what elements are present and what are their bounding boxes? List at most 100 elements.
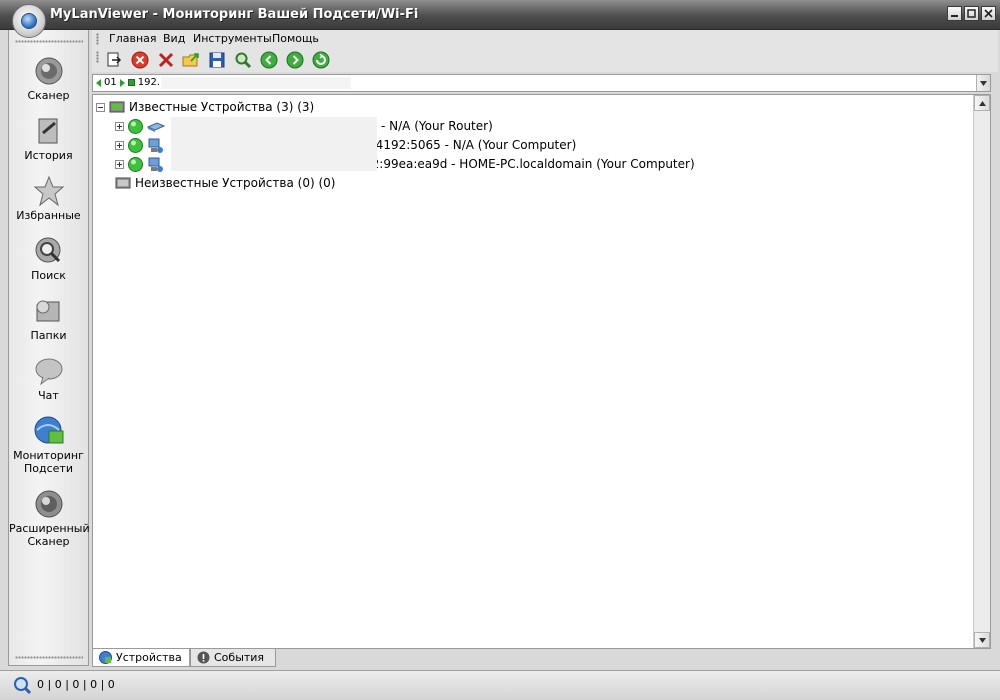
- close-button[interactable]: [981, 6, 996, 21]
- arrow-right-icon: [119, 78, 125, 87]
- sidebar-item-label: Избранные: [16, 209, 81, 222]
- router-icon: [147, 122, 165, 132]
- sidebar-grip-top: [15, 40, 83, 43]
- expand-toggle[interactable]: [115, 140, 124, 150]
- scanner-icon: [35, 57, 62, 85]
- arrow-down-icon: [978, 637, 986, 643]
- forward-button[interactable]: [286, 51, 304, 69]
- sidebar-item-label: Сканер: [27, 89, 70, 102]
- title-bar: MyLanViewer - Мониторинг Вашей Подсети/W…: [0, 0, 1000, 30]
- window-controls: [947, 6, 996, 21]
- address-prefix: 01: [104, 77, 117, 88]
- advanced-scanner-icon: [35, 490, 62, 518]
- device-text: 0:4192:5065 - N/A (Your Computer): [364, 138, 577, 152]
- toolbar: [92, 48, 998, 72]
- tab-devices[interactable]: Устройства: [92, 649, 190, 667]
- refresh-icon: [312, 51, 330, 69]
- menu-bar: Главная Вид Инструменты Помощь: [92, 30, 998, 48]
- maximize-icon: [967, 9, 976, 18]
- tab-events[interactable]: События: [190, 649, 276, 667]
- toolbar-grip: [96, 51, 99, 63]
- menu-tools[interactable]: Инструменты: [193, 32, 272, 45]
- sidebar-item-subnet-monitoring[interactable]: Мониторинг Подсети: [9, 415, 88, 475]
- find-button[interactable]: [234, 51, 252, 69]
- sidebar-item-scanner[interactable]: Сканер: [9, 55, 88, 102]
- sidebar: Сканер История Избранные Поиск Папки Чат: [8, 30, 90, 666]
- status-search-icon: [14, 677, 31, 694]
- scroll-down-button[interactable]: [974, 632, 990, 648]
- chevron-down-icon: [980, 80, 987, 86]
- collapse-toggle[interactable]: [96, 102, 105, 112]
- find-icon: [235, 52, 252, 69]
- tab-label: Устройства: [116, 651, 182, 664]
- maximize-button[interactable]: [964, 6, 979, 21]
- sidebar-item-label: Папки: [30, 329, 67, 342]
- device-text: - N/A (Your Router): [381, 119, 493, 133]
- minus-icon: [98, 106, 103, 108]
- minimize-button[interactable]: [947, 6, 962, 21]
- delete-icon: [158, 52, 174, 68]
- address-value: 192.: [137, 77, 160, 88]
- sidebar-item-label: Чат: [38, 389, 59, 402]
- delete-button[interactable]: [157, 51, 175, 69]
- subnet-monitoring-icon: [34, 416, 63, 444]
- address-dropdown-button[interactable]: [976, 75, 990, 91]
- plus-icon: [117, 123, 122, 129]
- app-logo-icon: [21, 13, 37, 29]
- unknown-devices-label: Неизвестные Устройства (0) (0): [135, 176, 336, 190]
- sidebar-item-label: Мониторинг: [13, 449, 84, 462]
- sidebar-item-search[interactable]: Поиск: [9, 235, 88, 282]
- sidebar-item-label: Расширенный: [9, 522, 90, 535]
- open-folder-icon: [182, 53, 199, 67]
- redacted-address: [161, 77, 351, 89]
- sidebar-item-label: Поиск: [31, 269, 66, 282]
- search-icon: [35, 237, 60, 263]
- chat-icon: [35, 358, 62, 386]
- save-button[interactable]: [208, 51, 226, 69]
- sidebar-item-history[interactable]: История: [9, 115, 88, 162]
- sidebar-grip-bottom: [15, 656, 83, 659]
- menu-help[interactable]: Помощь: [272, 32, 319, 45]
- arrow-left-icon: [96, 78, 101, 87]
- menu-view[interactable]: Вид: [163, 32, 185, 45]
- export-button[interactable]: [105, 51, 123, 69]
- tree-scrollbar[interactable]: [973, 95, 990, 648]
- menu-main[interactable]: Главная: [109, 32, 157, 45]
- folders-icon: [36, 300, 59, 322]
- save-icon: [209, 52, 225, 68]
- sidebar-item-advanced-scanner[interactable]: Расширенный Сканер: [9, 488, 90, 548]
- stop-icon: [131, 51, 149, 69]
- tree-node-known-devices[interactable]: Известные Устройства (3) (3): [96, 98, 314, 116]
- arrow-up-icon: [978, 100, 986, 106]
- computer-icon: [148, 157, 163, 172]
- scroll-up-button[interactable]: [974, 95, 990, 111]
- address-bar[interactable]: 01 192.: [92, 74, 991, 92]
- redacted-addresses: [171, 117, 377, 171]
- stop-button[interactable]: [131, 51, 149, 69]
- sidebar-item-label: История: [24, 149, 73, 162]
- sidebar-item-folders[interactable]: Папки: [9, 295, 88, 342]
- devices-tab-icon: [99, 651, 112, 664]
- network-group-icon: [109, 101, 125, 113]
- tab-label: События: [214, 651, 265, 664]
- back-button[interactable]: [260, 51, 278, 69]
- device-text: 52:99ea:ea9d - HOME-PC.localdomain (Your…: [364, 157, 695, 171]
- app-menu-orb[interactable]: [12, 4, 46, 38]
- sidebar-item-label-line2: Подсети: [24, 462, 73, 475]
- address-content: 01 192.: [96, 77, 160, 88]
- sidebar-item-favorites[interactable]: Избранные: [9, 175, 88, 222]
- online-status-icon: [128, 137, 143, 153]
- open-button[interactable]: [182, 51, 200, 69]
- sidebar-item-chat[interactable]: Чат: [9, 355, 88, 402]
- plus-icon: [117, 161, 122, 167]
- expand-toggle[interactable]: [115, 121, 124, 131]
- menu-grip: [96, 33, 99, 45]
- favorites-star-icon: [33, 175, 64, 207]
- known-devices-label: Известные Устройства (3) (3): [129, 100, 315, 114]
- window-title: MyLanViewer - Мониторинг Вашей Подсети/W…: [50, 7, 419, 22]
- forward-icon: [286, 51, 304, 69]
- events-info-icon: [197, 651, 210, 664]
- refresh-button[interactable]: [312, 51, 330, 69]
- tree-node-unknown-devices[interactable]: Неизвестные Устройства (0) (0): [115, 174, 335, 192]
- expand-toggle[interactable]: [115, 159, 124, 169]
